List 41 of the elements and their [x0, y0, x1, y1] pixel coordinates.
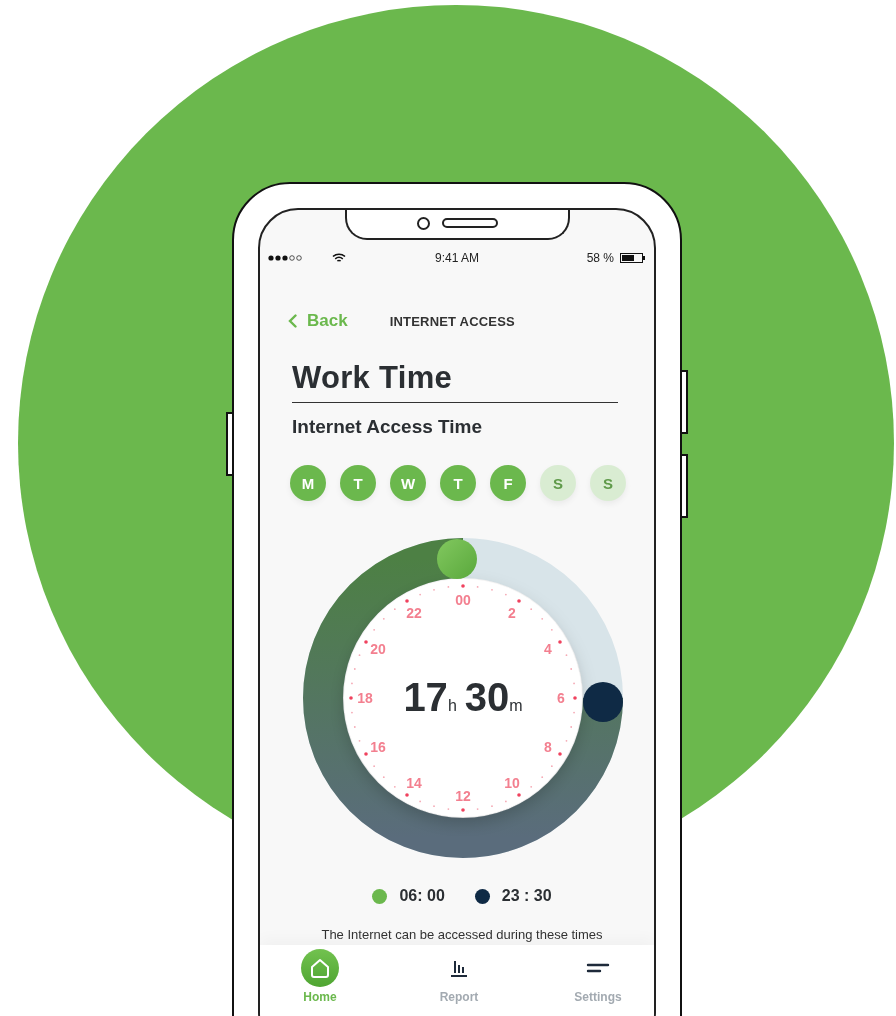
wifi-icon	[332, 253, 346, 263]
hour-label: 20	[370, 641, 386, 657]
nav-tab[interactable]: Settings	[570, 949, 626, 1016]
home-icon	[309, 957, 331, 979]
duration-readout: 17h 30m	[403, 675, 523, 719]
hour-label: 2	[508, 605, 516, 622]
day-toggle[interactable]: W	[390, 465, 426, 501]
hour-label: 18	[357, 690, 373, 706]
day-toggle[interactable]: T	[440, 465, 476, 501]
day-toggle[interactable]: M	[290, 465, 326, 501]
hour-label: 6	[557, 690, 565, 706]
signal-icon	[268, 255, 304, 261]
legend-time: 23 : 30	[501, 887, 552, 905]
legend-time: 06: 00	[399, 887, 445, 905]
page-heading: Work Time	[292, 358, 618, 403]
hour-label: 14	[406, 774, 422, 791]
hour-label: 22	[406, 605, 422, 622]
hour-label: 10	[504, 774, 520, 791]
chevron-left-icon	[288, 314, 297, 328]
nav-tab[interactable]: Home	[292, 949, 348, 1016]
status-time: 9:41 AM	[435, 251, 479, 265]
hour-label: 8	[543, 739, 552, 755]
menu-icon	[586, 963, 610, 973]
hour-label: 00	[455, 592, 471, 608]
nav-tab[interactable]: Report	[431, 949, 487, 1016]
bar-chart-icon	[450, 959, 468, 977]
back-link[interactable]: Back	[288, 311, 348, 331]
start-handle[interactable]	[437, 539, 477, 579]
day-toggle[interactable]: S	[590, 465, 626, 501]
section-heading: Internet Access Time	[292, 415, 484, 439]
battery-percent: 58 %	[586, 251, 614, 265]
day-toggle[interactable]: F	[490, 465, 526, 501]
hour-label: 12	[455, 788, 471, 804]
screen-title: INTERNET ACCESS	[389, 313, 515, 329]
battery-icon	[620, 253, 646, 263]
hour-label: 4	[543, 641, 552, 657]
day-toggle[interactable]: S	[540, 465, 576, 501]
end-handle[interactable]	[583, 682, 623, 722]
day-toggle[interactable]: T	[340, 465, 376, 501]
caption-text: The Internet can be accessed during these times	[321, 927, 603, 942]
hour-label: 16	[370, 739, 386, 755]
